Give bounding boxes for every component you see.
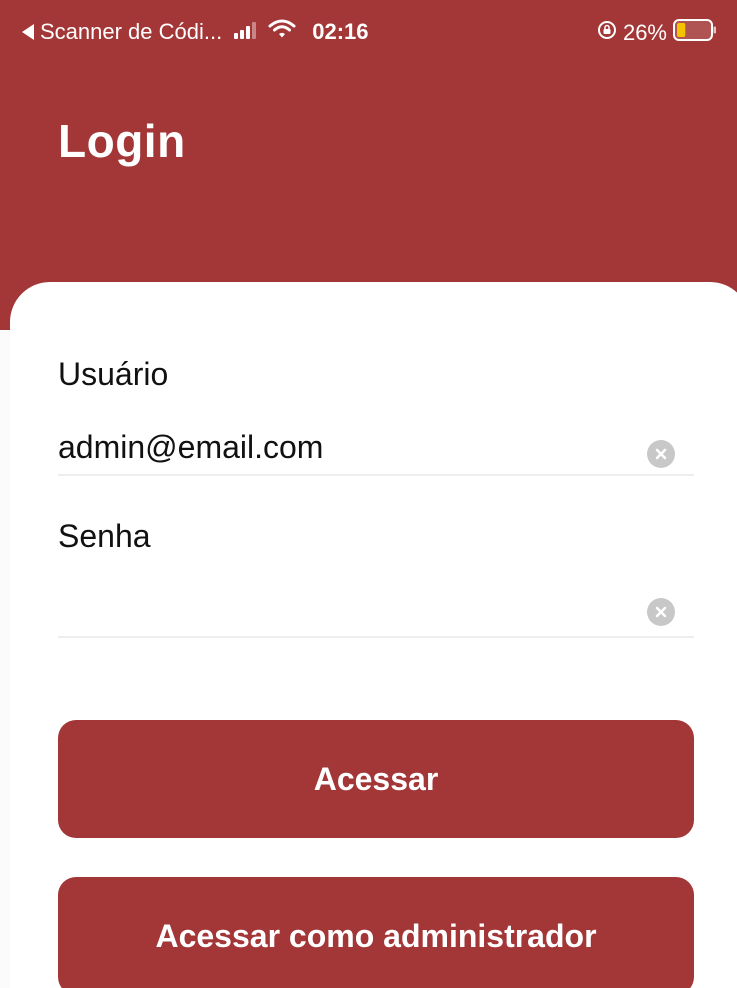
status-time: 02:16 (312, 19, 369, 44)
back-to-app[interactable]: Scanner de Códi... 02:16 (22, 19, 369, 45)
cellular-signal-icon (234, 19, 260, 45)
orientation-lock-icon (597, 20, 617, 46)
admin-login-button[interactable]: Acessar como administrador (58, 877, 694, 988)
clear-password-button[interactable] (647, 598, 675, 626)
back-arrow-icon (22, 24, 34, 40)
login-button[interactable]: Acessar (58, 720, 694, 838)
back-app-label: Scanner de Códi... (40, 19, 223, 44)
password-label: Senha (58, 518, 151, 554)
wifi-icon (268, 19, 296, 45)
username-input[interactable] (58, 420, 694, 476)
battery-icon (673, 19, 717, 47)
status-bar: Scanner de Códi... 02:16 26% (0, 10, 737, 54)
battery-percent: 26% (622, 20, 667, 45)
clear-username-button[interactable] (647, 440, 675, 468)
password-input[interactable] (58, 582, 694, 638)
page-title: Login (58, 115, 186, 167)
clear-icon (655, 448, 667, 460)
header: Scanner de Códi... 02:16 26% Login (0, 0, 737, 330)
username-label: Usuário (58, 356, 169, 392)
status-right: 26% (597, 19, 717, 47)
clear-icon (655, 606, 667, 618)
